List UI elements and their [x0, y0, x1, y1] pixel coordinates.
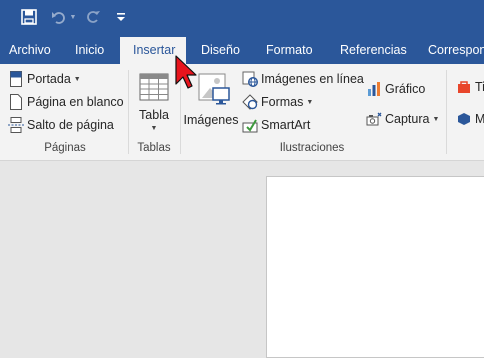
screenshot-button[interactable]: Captura ▼ [366, 111, 439, 127]
page-break-label: Salto de página [27, 118, 114, 132]
table-label: Tabla [139, 108, 169, 122]
chart-icon [366, 81, 382, 97]
smartart-button[interactable]: SmartArt [242, 117, 310, 133]
store-button[interactable]: Ti [456, 79, 484, 95]
ribbon: Portada ▼ Página en blanco Salto de págin… [0, 64, 484, 161]
illustrations-group-label: Ilustraciones [279, 142, 345, 154]
cover-page-icon [8, 71, 24, 87]
tab-diseno[interactable]: Diseño [201, 36, 240, 64]
chevron-down-icon: ▼ [150, 125, 158, 132]
smartart-icon [242, 117, 258, 133]
smartart-label: SmartArt [261, 118, 311, 132]
cover-page-label: Portada [27, 72, 71, 86]
online-images-label: Imágenes en línea [261, 72, 364, 86]
shapes-label: Formas [261, 95, 304, 109]
undo-icon[interactable] [50, 6, 68, 28]
group-separator [128, 70, 129, 154]
tab-correspondencia[interactable]: Correspon [428, 36, 484, 64]
screenshot-label: Captura [385, 112, 430, 126]
tab-formato[interactable]: Formato [266, 36, 313, 64]
chart-button[interactable]: Gráfico [366, 81, 425, 97]
mouse-cursor-icon [174, 54, 198, 94]
tab-inicio[interactable]: Inicio [75, 36, 104, 64]
ribbon-tabs: Archivo Inicio Insertar Diseño Formato R… [0, 36, 484, 65]
chevron-down-icon: ▼ [432, 115, 440, 123]
blank-page-icon [8, 94, 24, 110]
title-bar: ▼ [0, 0, 484, 36]
cover-page-button[interactable]: Portada ▼ [8, 71, 81, 87]
store-label: Ti [475, 80, 484, 94]
save-icon[interactable] [18, 6, 40, 28]
pages-group-label: Páginas [44, 142, 86, 154]
my-addins-button[interactable]: M [456, 111, 484, 127]
store-icon [456, 79, 472, 95]
undo-dropdown-icon[interactable]: ▼ [68, 6, 78, 28]
blank-page-label: Página en blanco [27, 95, 124, 109]
shapes-icon [242, 94, 258, 110]
images-label: Imágenes [183, 113, 239, 127]
chevron-down-icon: ▼ [306, 98, 314, 106]
chart-label: Gráfico [385, 82, 426, 96]
group-separator [446, 70, 447, 154]
tab-archivo[interactable]: Archivo [9, 36, 51, 64]
redo-icon[interactable] [84, 6, 102, 28]
page-break-icon [8, 117, 24, 133]
my-addins-label: M [475, 112, 484, 126]
online-images-button[interactable]: Imágenes en línea [242, 71, 364, 87]
page-break-button[interactable]: Salto de página [8, 117, 114, 133]
camera-icon [366, 111, 382, 127]
online-images-icon [242, 71, 258, 87]
tab-referencias[interactable]: Referencias [340, 36, 407, 64]
table-button[interactable]: Tabla ▼ [136, 73, 172, 132]
tables-group-label: Tablas [137, 142, 171, 154]
blank-page-button[interactable]: Página en blanco [8, 94, 124, 110]
shapes-button[interactable]: Formas ▼ [242, 94, 313, 110]
chevron-down-icon: ▼ [73, 75, 81, 83]
document-page[interactable] [266, 176, 484, 358]
table-icon [139, 73, 169, 104]
addins-icon [456, 111, 472, 127]
customize-qat-icon[interactable] [114, 6, 128, 28]
